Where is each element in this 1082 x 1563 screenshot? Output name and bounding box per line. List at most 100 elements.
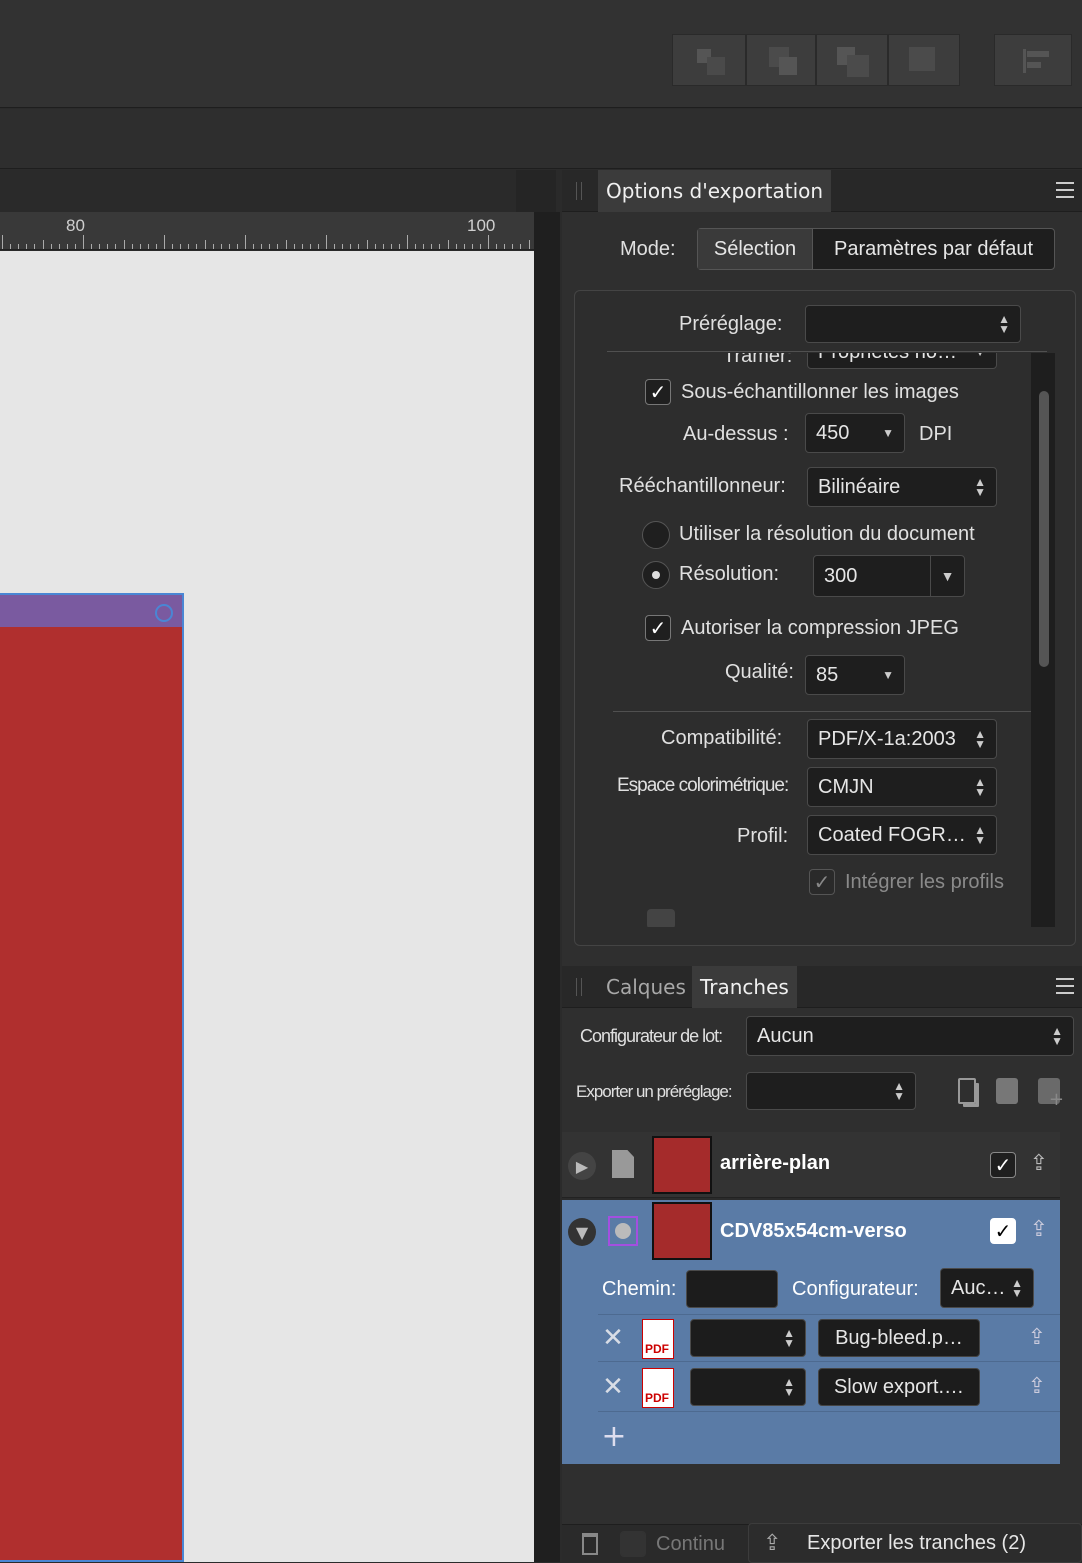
embed-profiles-checkbox[interactable]: ✓ xyxy=(809,869,835,895)
export-panel-header: Options d'exportation xyxy=(562,170,1082,212)
tramer-select[interactable]: Propriétés no…▼ xyxy=(807,353,997,369)
remove-icon[interactable]: ✕ xyxy=(598,1323,628,1353)
selected-artboard[interactable] xyxy=(0,593,184,1562)
ruler-tick xyxy=(66,244,68,249)
copy-icon[interactable] xyxy=(952,1074,982,1108)
above-dpi-combo[interactable]: 450 ▼ xyxy=(805,413,905,453)
ruler-tick xyxy=(91,244,93,249)
ruler-tick xyxy=(431,244,433,249)
tab-slices[interactable]: Tranches xyxy=(692,966,797,1008)
ruler-tick xyxy=(309,244,311,249)
mode-label: Mode: xyxy=(620,238,676,260)
output-file-button[interactable]: Bug-bleed.p… xyxy=(818,1319,980,1357)
slice-export-checkbox[interactable]: ✓ xyxy=(990,1218,1016,1244)
ruler-tick xyxy=(228,244,230,249)
tab-export-options[interactable]: Options d'exportation xyxy=(598,170,832,212)
export-icon[interactable]: ⇪ xyxy=(1026,1323,1048,1351)
grip-icon[interactable] xyxy=(576,182,582,200)
slice-export-checkbox[interactable]: ✓ xyxy=(990,1152,1016,1178)
ruler-tick xyxy=(204,240,206,249)
settings-scrollbar[interactable] xyxy=(1031,353,1055,927)
ruler-tick xyxy=(374,244,376,249)
output-row[interactable]: ✕ PDF ▲ ▼ Bug-bleed.p… ⇪ xyxy=(598,1314,1060,1362)
resampler-label: Rééchantillonneur: xyxy=(619,475,786,497)
ruler-tick xyxy=(471,244,473,249)
output-format-select[interactable]: ▲ ▼ xyxy=(690,1368,806,1406)
canvas-scrollbar[interactable] xyxy=(534,212,560,1562)
collapse-icon[interactable]: ▼ xyxy=(568,1218,596,1246)
continuous-checkbox[interactable] xyxy=(620,1531,646,1557)
ruler-tick xyxy=(26,244,28,249)
ruler-tick xyxy=(196,244,198,249)
downsample-checkbox[interactable]: ✓ xyxy=(645,379,671,405)
ruler-tick xyxy=(528,240,530,249)
output-file-button[interactable]: Slow export.… xyxy=(818,1368,980,1406)
downsample-label: Sous-échantillonner les images xyxy=(681,381,959,403)
configurator-select[interactable]: Auc… ▲ ▼ xyxy=(940,1268,1034,1308)
expand-icon[interactable]: ▶ xyxy=(568,1152,596,1180)
export-icon[interactable]: ⇪ xyxy=(1026,1372,1048,1400)
horizontal-ruler[interactable]: 80 100 xyxy=(0,212,534,250)
quality-combo[interactable]: 85 ▼ xyxy=(805,655,905,695)
export-preset-label: Exporter un préréglage: xyxy=(576,1082,733,1101)
artboard-handle-icon[interactable] xyxy=(155,604,173,622)
context-toolbar xyxy=(0,109,1082,169)
paste-add-icon[interactable]: + xyxy=(1032,1074,1066,1110)
ruler-tick xyxy=(212,244,214,249)
output-row[interactable]: ✕ PDF ▲ ▼ Slow export.… ⇪ xyxy=(598,1364,1060,1412)
tab-layers[interactable]: Calques xyxy=(598,966,694,1008)
layer-name: CDV85x54cm-verso xyxy=(720,1220,907,1242)
output-format-select[interactable]: ▲ ▼ xyxy=(690,1319,806,1357)
ruler-tick xyxy=(504,244,506,249)
profile-label: Profil: xyxy=(737,825,789,847)
ruler-tick xyxy=(390,244,392,249)
export-slices-button[interactable]: ⇪ Exporter les tranches (2) xyxy=(748,1523,1082,1563)
arrange-forward-button[interactable] xyxy=(816,34,888,86)
layer-name: arrière-plan xyxy=(720,1152,831,1174)
jpeg-checkbox[interactable]: ✓ xyxy=(645,615,671,641)
path-input[interactable] xyxy=(686,1270,778,1308)
ruler-tick xyxy=(10,244,12,249)
ruler-tick xyxy=(479,244,481,249)
settings-scroll-area: Tramer: Propriétés no…▼ ✓ Sous-échantill… xyxy=(575,353,1045,927)
colorspace-label: Espace colorimétrique: xyxy=(617,775,789,796)
export-icon[interactable]: ⇪ xyxy=(1028,1216,1050,1242)
arrange-backward-button[interactable] xyxy=(746,34,816,86)
arrange-back-button[interactable] xyxy=(672,34,746,86)
resolution-combo[interactable]: 300 ▼ xyxy=(813,555,965,597)
mode-selection[interactable]: Sélection xyxy=(698,229,812,269)
panel-menu-icon[interactable] xyxy=(1056,182,1074,198)
list-item[interactable]: ▶ arrière-plan ✓ ⇪ xyxy=(562,1132,1060,1198)
align-button[interactable] xyxy=(994,34,1072,86)
trash-icon[interactable] xyxy=(580,1531,600,1557)
colorspace-select[interactable]: CMJN ▲ ▼ xyxy=(807,767,997,807)
ruler-tick xyxy=(236,244,238,249)
arrange-front-button[interactable] xyxy=(888,34,960,86)
arrange-front-icon xyxy=(909,47,935,71)
ruler-tick xyxy=(398,244,400,249)
panel-menu-icon[interactable] xyxy=(1056,978,1074,994)
path-label: Chemin: xyxy=(602,1278,677,1300)
paste-icon[interactable] xyxy=(992,1074,1022,1108)
preset-select[interactable]: ▲ ▼ xyxy=(805,305,1021,343)
remove-icon[interactable]: ✕ xyxy=(598,1372,628,1402)
resolution-radio[interactable] xyxy=(642,561,670,589)
top-toolbar xyxy=(0,0,1082,108)
export-icon[interactable]: ⇪ xyxy=(1028,1150,1050,1176)
pdf-icon: PDF xyxy=(642,1368,674,1408)
batch-select[interactable]: Aucun ▲ ▼ xyxy=(746,1016,1074,1056)
mode-defaults[interactable]: Paramètres par défaut xyxy=(812,229,1054,269)
ruler-tick xyxy=(439,244,441,249)
pdf-icon: PDF xyxy=(642,1319,674,1359)
export-slices-label: Exporter les tranches (2) xyxy=(807,1532,1026,1554)
resampler-select[interactable]: Bilinéaire ▲ ▼ xyxy=(807,467,997,507)
grip-icon[interactable] xyxy=(576,978,582,996)
mode-segmented-control[interactable]: Sélection Paramètres par défaut xyxy=(697,228,1055,270)
compat-select[interactable]: PDF/X-1a:2003 ▲ ▼ xyxy=(807,719,997,759)
use-doc-resolution-radio[interactable] xyxy=(642,521,670,549)
export-preset-select[interactable]: ▲ ▼ xyxy=(746,1072,916,1110)
ruler-tick xyxy=(512,244,514,249)
profile-select[interactable]: Coated FOGR… ▲ ▼ xyxy=(807,815,997,855)
scrollbar-thumb[interactable] xyxy=(1039,391,1049,667)
add-output-icon[interactable]: + xyxy=(600,1419,628,1454)
